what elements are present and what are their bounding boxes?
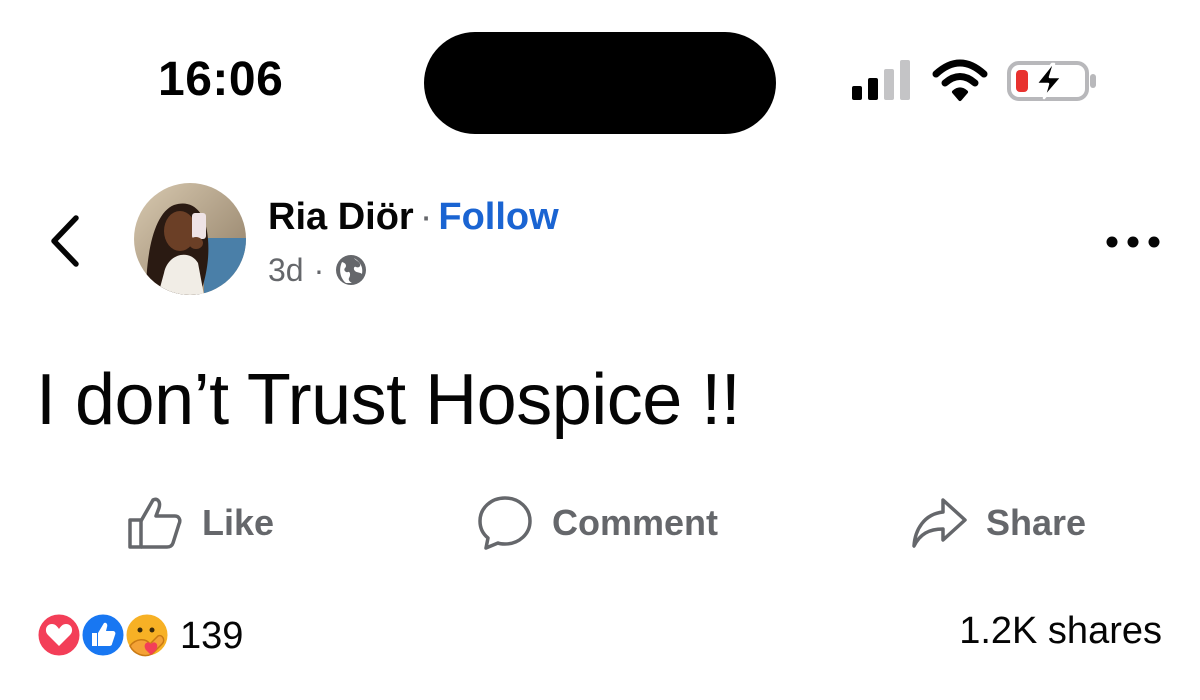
- like-icon: [79, 611, 127, 659]
- avatar[interactable]: [134, 183, 246, 295]
- reaction-count: 139: [180, 614, 244, 657]
- care-icon: [123, 611, 171, 659]
- more-dots-icon: [1106, 236, 1160, 248]
- comment-bubble-icon: [478, 496, 532, 550]
- follow-button[interactable]: Follow: [438, 196, 558, 238]
- dynamic-island: [424, 32, 776, 134]
- share-arrow-icon: [912, 498, 967, 548]
- comment-button[interactable]: Comment: [476, 490, 718, 556]
- status-time: 16:06: [158, 53, 284, 106]
- share-label: Share: [986, 502, 1087, 543]
- post-meta: 3d ·: [268, 250, 368, 290]
- share-button[interactable]: Share: [910, 490, 1086, 556]
- meta-separator: ·: [313, 252, 325, 288]
- like-button[interactable]: Like: [126, 490, 274, 556]
- more-options-button[interactable]: [1100, 224, 1166, 260]
- shares-count[interactable]: 1.2K shares: [959, 610, 1162, 653]
- post-age[interactable]: 3d: [268, 250, 304, 290]
- comment-label: Comment: [552, 502, 719, 543]
- battery-charging-icon: [1007, 61, 1096, 101]
- profile-photo: [134, 183, 246, 295]
- post-screen: 16:06 Ria Diör · Follow 3d · I don’t Tru…: [0, 0, 1200, 700]
- author-line: Ria Diör · Follow: [268, 194, 559, 240]
- reaction-icons: [34, 610, 174, 662]
- like-label: Like: [202, 502, 275, 543]
- name-separator: ·: [419, 196, 433, 238]
- wifi-icon: [932, 59, 988, 101]
- thumbs-up-icon: [128, 497, 182, 549]
- globe-icon: [336, 255, 367, 285]
- back-button[interactable]: [40, 210, 92, 272]
- chevron-left-icon: [51, 215, 79, 267]
- cellular-signal-icon: [852, 60, 910, 100]
- reactions-summary[interactable]: 139: [34, 608, 243, 664]
- love-icon: [35, 611, 83, 659]
- author-name[interactable]: Ria Diör: [268, 196, 414, 238]
- post-text: I don’t Trust Hospice !!: [36, 360, 741, 440]
